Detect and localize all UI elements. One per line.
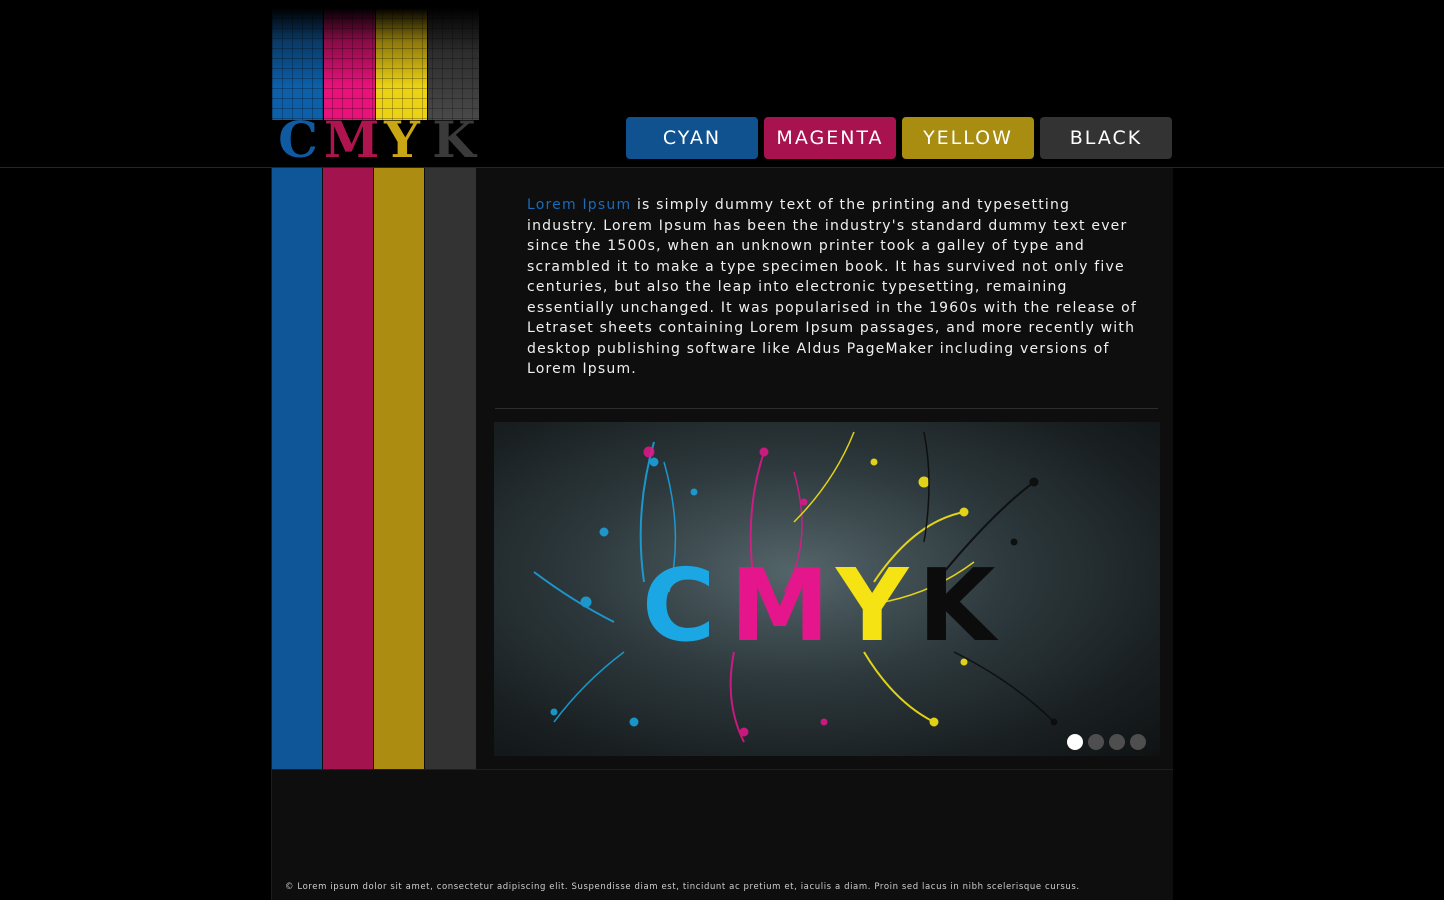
banner-letter-y: Y xyxy=(835,547,910,664)
stripe-yellow xyxy=(374,168,424,769)
slider-dot[interactable] xyxy=(1088,734,1104,750)
slider-dot[interactable] xyxy=(1109,734,1125,750)
banner-art: C M Y K xyxy=(533,431,1058,743)
panel-divider xyxy=(272,769,1173,770)
logo-pixel-grid xyxy=(272,8,480,120)
banner-word: C M Y K xyxy=(642,547,999,664)
nav-yellow-button[interactable]: YELLOW xyxy=(902,117,1034,159)
color-stripes xyxy=(272,168,476,769)
slider-dot[interactable] xyxy=(1067,734,1083,750)
logo-letters: C M Y K xyxy=(272,112,480,168)
intro-paragraph: Lorem Ipsum is simply dummy text of the … xyxy=(527,195,1137,380)
hero-banner: C M Y K xyxy=(494,422,1160,756)
cmyk-logo[interactable]: C M Y K xyxy=(272,8,484,168)
nav-cyan-button[interactable]: CYAN xyxy=(626,117,758,159)
slider-dots xyxy=(1067,734,1146,750)
banner-letter-m: M xyxy=(730,547,830,664)
banner-letter-k: K xyxy=(918,547,999,664)
banner-letter-c: C xyxy=(642,547,715,664)
intro-highlight-link[interactable]: Lorem Ipsum xyxy=(527,197,631,213)
logo-letter-y: Y xyxy=(384,110,420,169)
stripe-cyan xyxy=(272,168,322,769)
nav-magenta-button[interactable]: MAGENTA xyxy=(764,117,896,159)
page: C M Y K CYAN MAGENTA YELLOW BLACK Lorem … xyxy=(0,0,1444,900)
intro-body: is simply dummy text of the printing and… xyxy=(527,197,1138,377)
logo-letter-m: M xyxy=(324,110,380,169)
slider-dot[interactable] xyxy=(1130,734,1146,750)
content-divider xyxy=(495,408,1158,409)
stripe-black xyxy=(425,168,476,769)
logo-letter-k: K xyxy=(432,110,476,169)
stripe-magenta xyxy=(323,168,373,769)
main-panel: Lorem Ipsum is simply dummy text of the … xyxy=(271,168,1173,900)
footer-text: © Lorem ipsum dolor sit amet, consectetu… xyxy=(285,882,1080,892)
logo-letter-c: C xyxy=(278,110,318,169)
nav-black-button[interactable]: BLACK xyxy=(1040,117,1172,159)
